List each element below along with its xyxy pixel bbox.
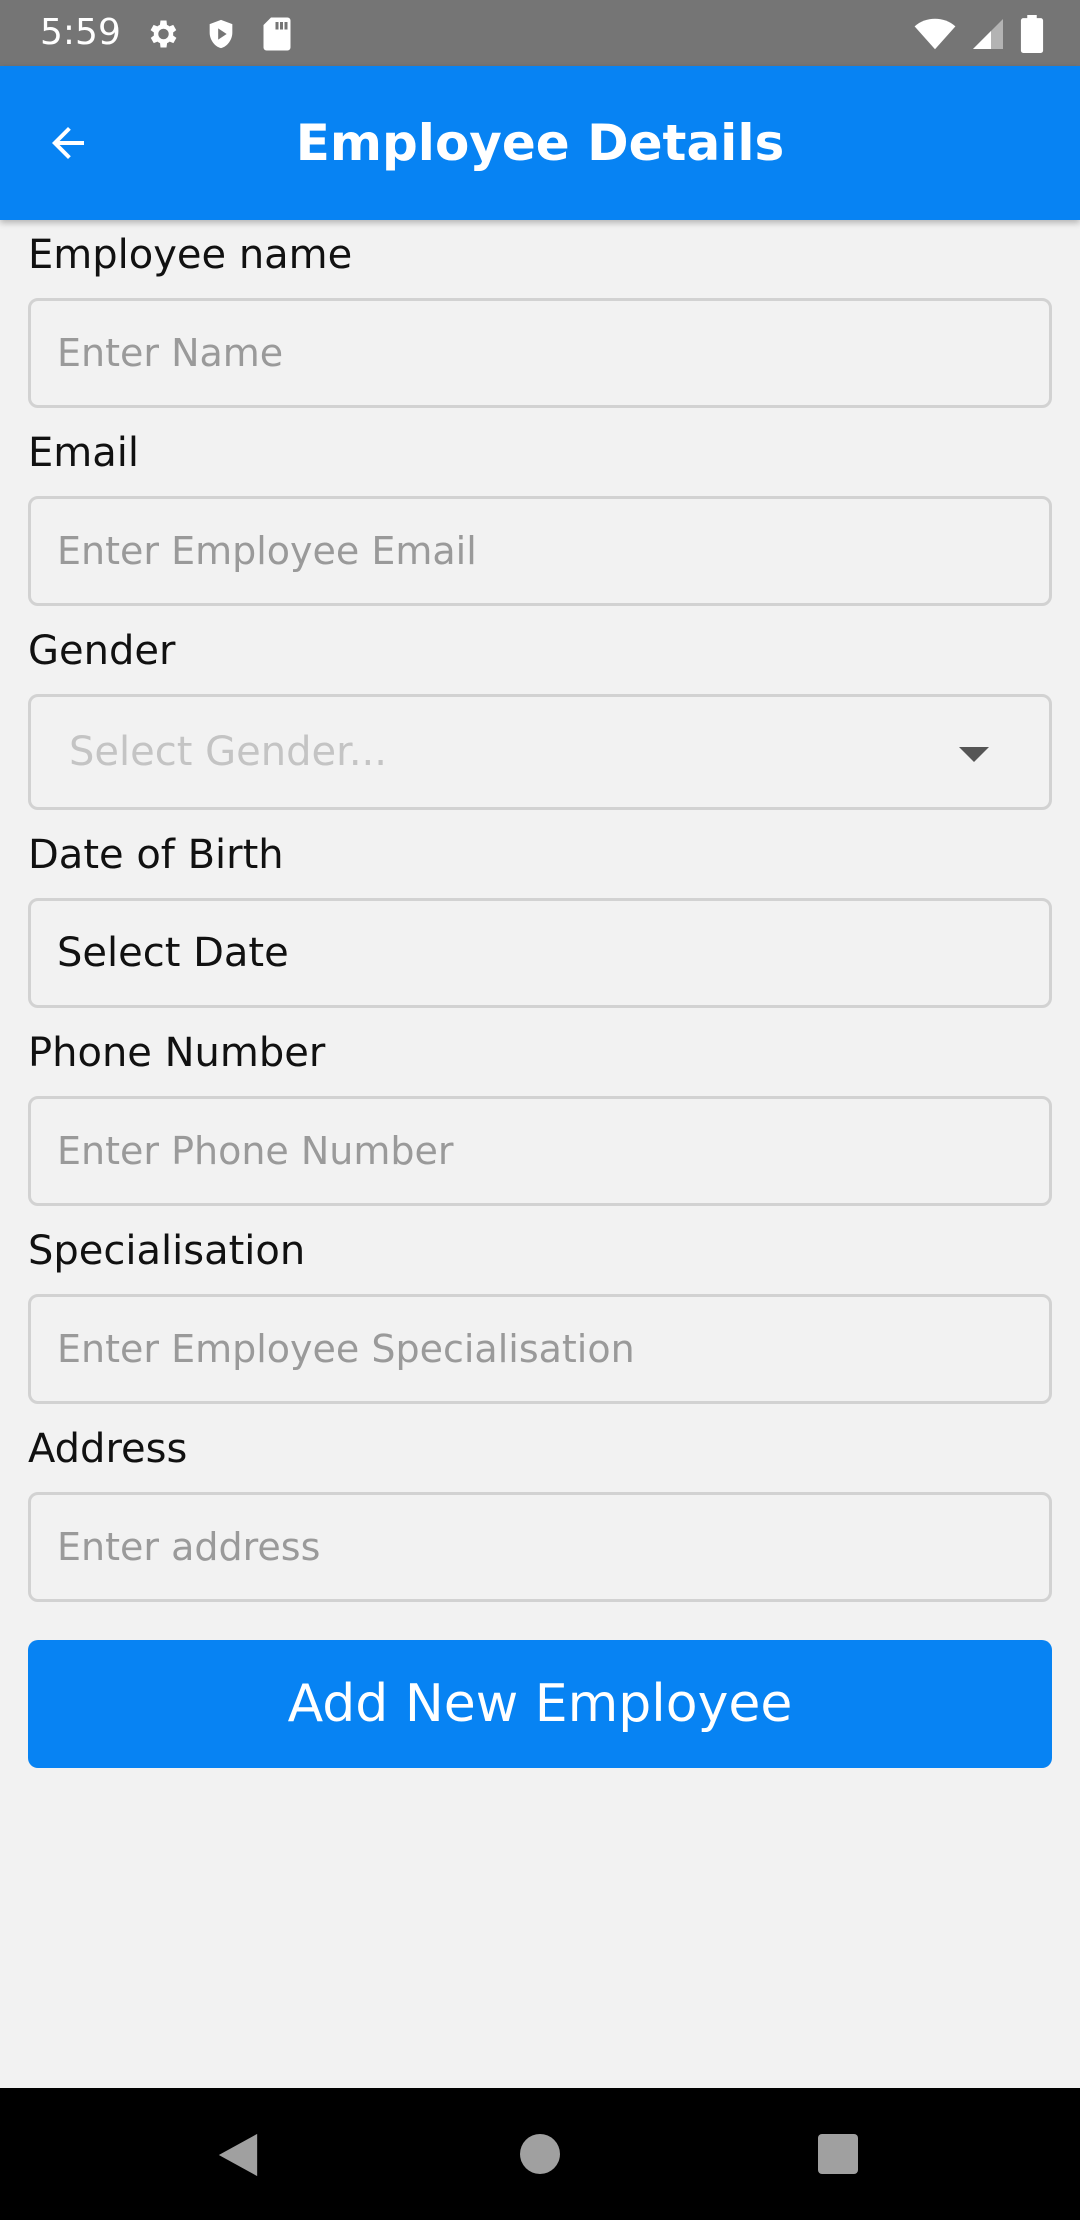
email-input[interactable]: [28, 496, 1052, 606]
status-right-icons: [914, 14, 1044, 54]
gender-label: Gender: [28, 628, 176, 674]
address-label: Address: [28, 1426, 188, 1472]
status-left-icons: [144, 14, 292, 54]
status-bar: 5:59: [0, 0, 1080, 66]
name-field-group: Employee name: [28, 230, 1052, 408]
gender-field-group: Gender Select Gender...: [28, 626, 1052, 810]
address-input[interactable]: [28, 1492, 1052, 1602]
nav-back-icon[interactable]: [216, 2132, 260, 2178]
add-employee-button[interactable]: Add New Employee: [28, 1640, 1052, 1768]
system-nav-bar: [0, 2088, 1080, 2220]
phone-input[interactable]: [28, 1096, 1052, 1206]
address-field-group: Address: [28, 1424, 1052, 1602]
dob-field-group: Date of Birth Select Date: [28, 830, 1052, 1008]
employee-form: Employee name Email Gender Select Gender…: [28, 230, 1052, 1622]
email-label: Email: [28, 430, 139, 476]
name-label: Employee name: [28, 232, 353, 278]
specialisation-field-group: Specialisation: [28, 1226, 1052, 1404]
email-field-group: Email: [28, 428, 1052, 606]
phone-field-group: Phone Number: [28, 1028, 1052, 1206]
battery-icon: [1020, 15, 1044, 53]
app-bar: Employee Details: [0, 66, 1080, 220]
specialisation-label: Specialisation: [28, 1228, 306, 1274]
dob-label: Date of Birth: [28, 832, 284, 878]
nav-recents-icon[interactable]: [818, 2134, 858, 2174]
gear-icon: [150, 20, 177, 48]
status-time: 5:59: [40, 12, 121, 53]
gender-select[interactable]: Select Gender...: [28, 694, 1052, 810]
wifi-icon: [914, 18, 956, 50]
name-input[interactable]: [28, 298, 1052, 408]
specialisation-input[interactable]: [28, 1294, 1052, 1404]
gender-placeholder: Select Gender...: [69, 729, 387, 775]
dob-value: Select Date: [57, 930, 289, 976]
page-title: Employee Details: [295, 114, 785, 172]
dob-date-picker[interactable]: Select Date: [28, 898, 1052, 1008]
nav-home-icon[interactable]: [520, 2134, 560, 2174]
shield-icon: [209, 19, 233, 49]
signal-icon: [973, 19, 1003, 49]
sd-card-icon: [263, 17, 291, 51]
phone-label: Phone Number: [28, 1030, 326, 1076]
dropdown-arrow-icon: [959, 747, 989, 762]
